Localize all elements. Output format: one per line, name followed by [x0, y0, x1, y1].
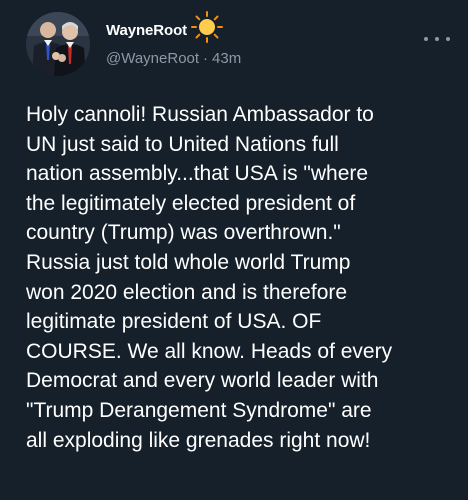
avatar[interactable] — [26, 12, 90, 76]
more-dot-icon — [446, 37, 450, 41]
tweet-line: Russia just told whole world Trump — [26, 250, 351, 274]
tweet-line: COURSE. We all know. Heads of every — [26, 339, 393, 363]
tweet-line: Democrat and every world leader with — [26, 369, 379, 393]
tweet-line: all exploding like grenades right now! — [26, 428, 371, 452]
tweet-line: legitimate president of USA. OF — [26, 310, 322, 334]
display-name[interactable]: WayneRoot — [106, 22, 187, 39]
avatar-image — [26, 12, 90, 76]
tweet-line: "Trump Derangement Syndrome" are — [26, 398, 372, 422]
sun-emoji-icon — [190, 10, 224, 44]
more-options-button[interactable] — [424, 30, 450, 48]
tweet-line: nation assembly...that USA is "where — [26, 162, 369, 186]
tweet-line: Holy cannoli! Russian Ambassador to — [26, 103, 374, 126]
handle-row: @WayneRoot · 43m — [106, 50, 241, 67]
author-name-row: WayneRoot — [106, 11, 224, 43]
tweet-text: Holy cannoli! Russian Ambassador to UN j… — [26, 100, 456, 455]
more-dot-icon — [424, 37, 428, 41]
tweet: WayneRoot @WayneRoot · 43m Holy cannoli!… — [0, 0, 468, 500]
tweet-line: country (Trump) was overthrown." — [26, 221, 341, 245]
handle[interactable]: @WayneRoot — [106, 50, 199, 67]
separator: · — [203, 50, 209, 67]
timestamp[interactable]: 43m — [212, 50, 241, 67]
tweet-line: won 2020 election and is therefore — [26, 280, 348, 304]
tweet-line: the legitimately elected president of — [26, 191, 356, 215]
tweet-line: UN just said to United Nations full — [26, 132, 339, 156]
more-dot-icon — [435, 37, 439, 41]
